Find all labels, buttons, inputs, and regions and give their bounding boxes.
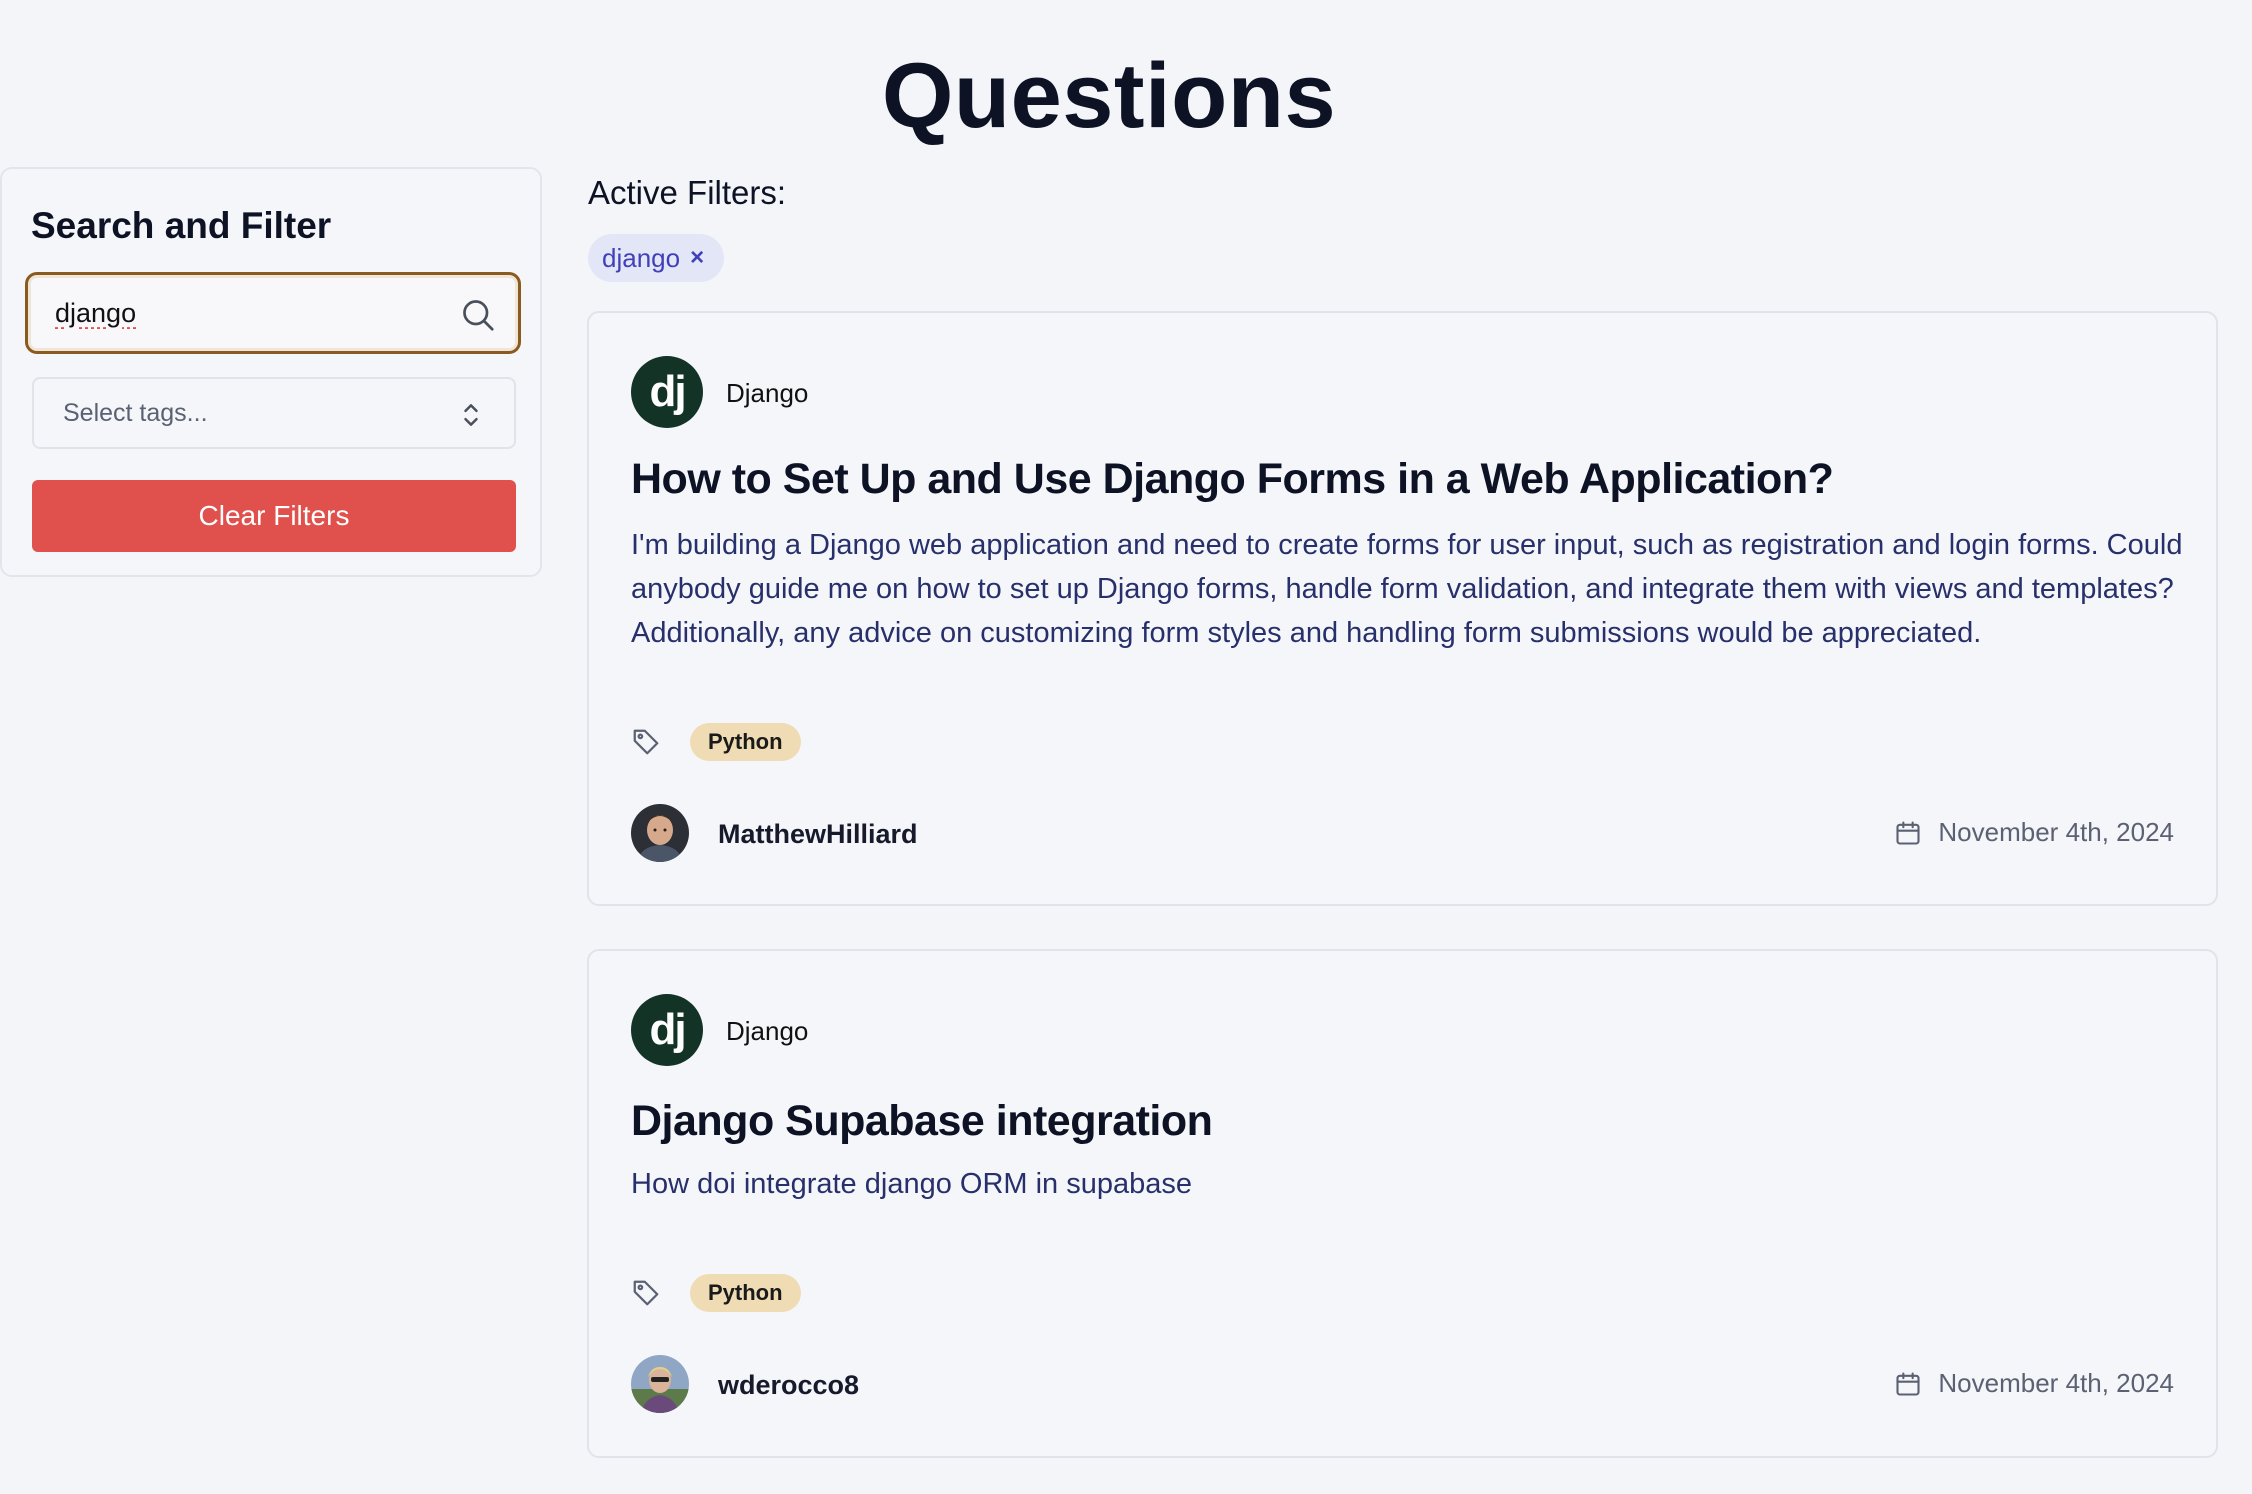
tech-name: Django [726, 378, 809, 408]
django-logo-icon: dj [631, 356, 703, 428]
clear-filters-button[interactable]: Clear Filters [32, 480, 516, 552]
date-text: November 4th, 2024 [1938, 1368, 2174, 1398]
author-name[interactable]: MatthewHilliard [718, 819, 918, 850]
sidebar-title: Search and Filter [31, 205, 332, 246]
tag-badge[interactable]: Python [690, 1274, 801, 1312]
question-card[interactable]: dj Django Django Supabase integration Ho… [587, 949, 2218, 1458]
tags-select[interactable]: Select tags... [32, 377, 516, 449]
calendar-icon [1896, 820, 1920, 845]
tags-select-placeholder: Select tags... [63, 399, 208, 427]
question-card[interactable]: dj Django How to Set Up and Use Django F… [587, 311, 2218, 906]
question-body: How doi integrate django ORM in supabase [631, 1168, 1192, 1200]
author-name[interactable]: wderocco8 [718, 1370, 859, 1401]
avatar[interactable] [631, 804, 689, 862]
search-input[interactable] [55, 291, 455, 335]
active-filters-label: Active Filters: [588, 174, 787, 211]
page-title: Questions [881, 45, 1337, 147]
tag-badge[interactable]: Python [690, 723, 801, 761]
avatar[interactable] [631, 1355, 689, 1413]
question-title[interactable]: Django Supabase integration [631, 1097, 1213, 1146]
search-filter-panel: Search and Filter Select tags... Clear F… [0, 167, 542, 577]
question-title[interactable]: How to Set Up and Use Django Forms in a … [631, 455, 1834, 504]
django-logo-icon: dj [631, 994, 703, 1066]
tag-icon [633, 729, 659, 755]
calendar-icon [1896, 1371, 1920, 1396]
remove-filter-icon[interactable]: × [690, 244, 704, 272]
filter-chip-django[interactable]: django × [588, 234, 725, 282]
post-date: November 4th, 2024 [1894, 1368, 2174, 1399]
date-text: November 4th, 2024 [1938, 817, 2174, 847]
tech-name: Django [726, 1016, 809, 1046]
tag-icon [633, 1280, 659, 1306]
post-date: November 4th, 2024 [1894, 817, 2174, 848]
search-box[interactable] [25, 272, 521, 354]
filter-chip-label: django [602, 242, 681, 273]
question-body: I'm building a Django web application an… [631, 529, 2183, 649]
search-icon[interactable] [460, 297, 496, 333]
chevron-up-down-icon [464, 404, 478, 426]
page: Questions Search and Filter Select tags.… [0, 0, 2252, 1494]
